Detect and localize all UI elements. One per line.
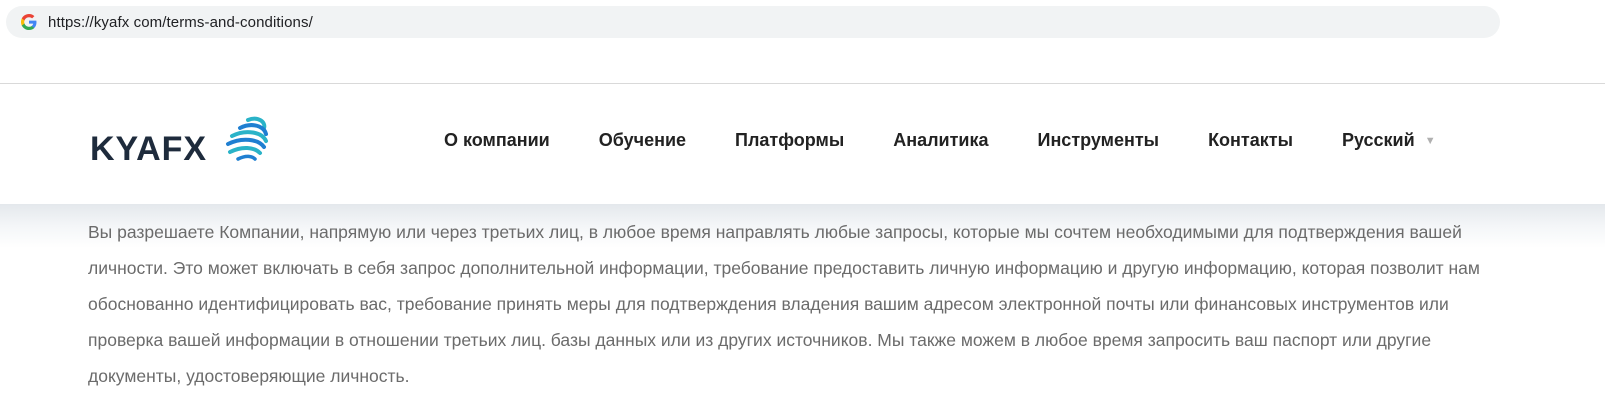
language-selector[interactable]: Русский ▼ (1342, 130, 1436, 151)
nav-item-about[interactable]: О компании (444, 130, 550, 151)
nav-item-platforms[interactable]: Платформы (735, 130, 844, 151)
triangle-down-icon: ▼ (1424, 134, 1436, 147)
nav-item-analytics[interactable]: Аналитика (893, 130, 988, 151)
google-g-icon (20, 13, 38, 31)
terms-paragraph: Вы разрешаете Компании, напрямую или чер… (88, 222, 1480, 386)
logo-text: KYAFX (90, 130, 208, 168)
globe-icon (218, 112, 270, 164)
main-nav: О компании Обучение Платформы Аналитика … (444, 130, 1436, 151)
nav-item-education[interactable]: Обучение (599, 130, 686, 151)
site-header: KYAFX О компании Обучение Платформы Анал… (0, 84, 1605, 204)
site-logo[interactable]: KYAFX (90, 112, 270, 168)
content-area: Вы разрешаете Компании, напрямую или чер… (0, 204, 1605, 417)
address-bar[interactable]: https://kyafx com/terms-and-conditions/ (6, 6, 1500, 38)
nav-item-instruments[interactable]: Инструменты (1038, 130, 1160, 151)
nav-item-contacts[interactable]: Контакты (1208, 130, 1293, 151)
language-label: Русский (1341, 130, 1415, 150)
url-text[interactable]: https://kyafx com/terms-and-conditions/ (48, 14, 313, 31)
browser-toolbar: https://kyafx com/terms-and-conditions/ (0, 0, 1605, 84)
